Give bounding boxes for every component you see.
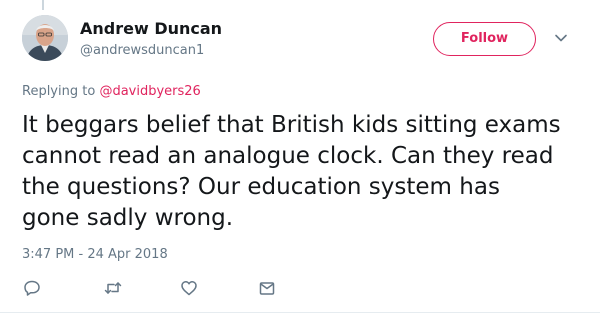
tweet-card: Andrew Duncan @andrewsduncan1 Follow Rep…	[0, 0, 600, 317]
chevron-down-icon[interactable]	[553, 30, 569, 46]
tweet-text: It beggars belief that British kids sitt…	[22, 112, 561, 231]
thread-connector-line	[42, 0, 44, 10]
author-handle[interactable]: @andrewsduncan1	[80, 43, 204, 58]
reply-context-handle-link[interactable]: @davidbyers26	[99, 84, 200, 99]
avatar-image	[22, 15, 68, 61]
tweet-actions	[0, 278, 600, 300]
tweet-timestamp[interactable]: 3:47 PM - 24 Apr 2018	[22, 247, 168, 262]
direct-message-icon[interactable]	[257, 278, 277, 298]
retweet-icon[interactable]	[103, 278, 123, 298]
reply-icon[interactable]	[22, 278, 42, 298]
heart-icon[interactable]	[179, 278, 199, 298]
divider	[0, 312, 600, 313]
follow-button[interactable]: Follow	[433, 22, 536, 56]
author-display-name[interactable]: Andrew Duncan	[80, 19, 222, 38]
reply-context-prefix: Replying to	[22, 84, 96, 99]
reply-context: Replying to @davidbyers26	[22, 84, 201, 99]
avatar[interactable]	[22, 15, 68, 61]
